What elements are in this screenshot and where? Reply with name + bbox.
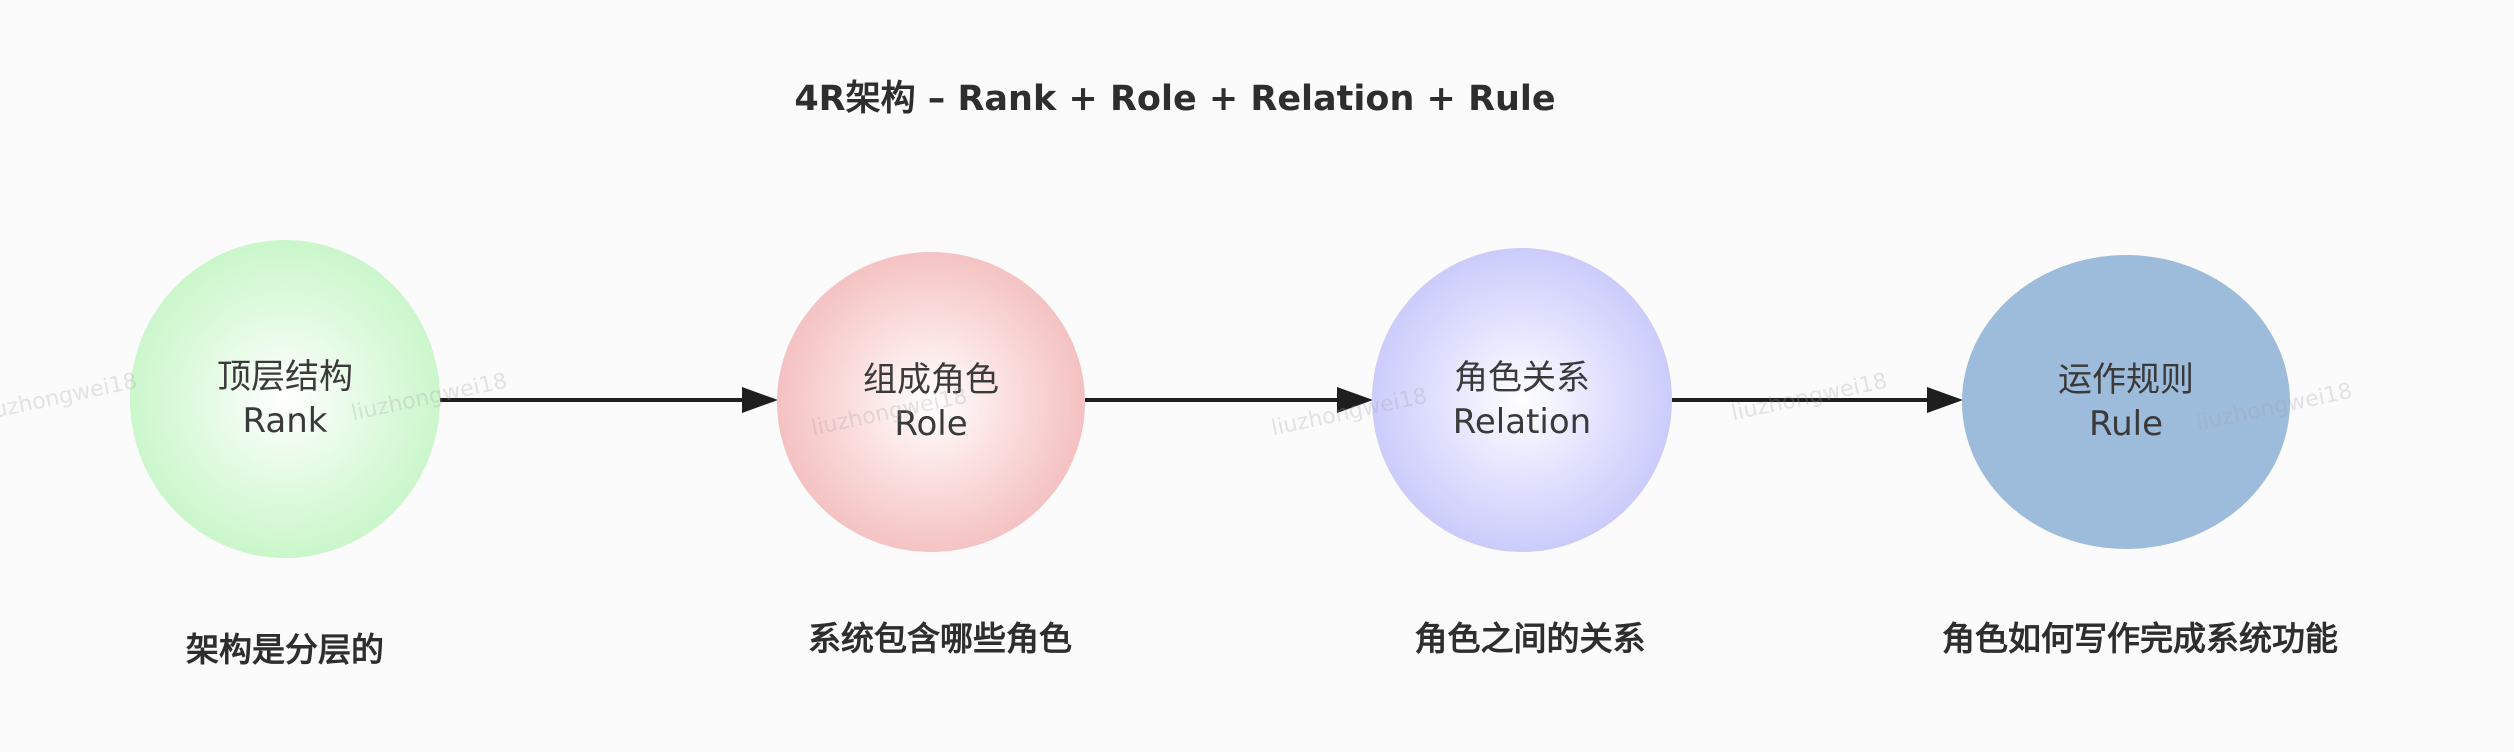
caption-role: 系统包含哪些角色 <box>808 619 1072 658</box>
node-relation-en-label: Relation <box>1452 402 1592 442</box>
arrowhead-icon <box>742 387 778 413</box>
node-rank-en-label: Rank <box>242 401 328 441</box>
node-rule-cn-label: 运作规则 <box>2058 360 2194 400</box>
arrowhead-icon <box>1927 387 1963 413</box>
caption-rule: 角色如何写作完成系统功能 <box>1942 619 2338 658</box>
node-rule-en-label: Rule <box>2088 404 2163 444</box>
caption-rank: 架构是分层的 <box>186 630 384 669</box>
node-rank-cn-label: 顶层结构 <box>217 357 353 397</box>
caption-relation: 角色之间的关系 <box>1414 619 1646 658</box>
node-relation-cn-label: 角色关系 <box>1454 358 1590 398</box>
